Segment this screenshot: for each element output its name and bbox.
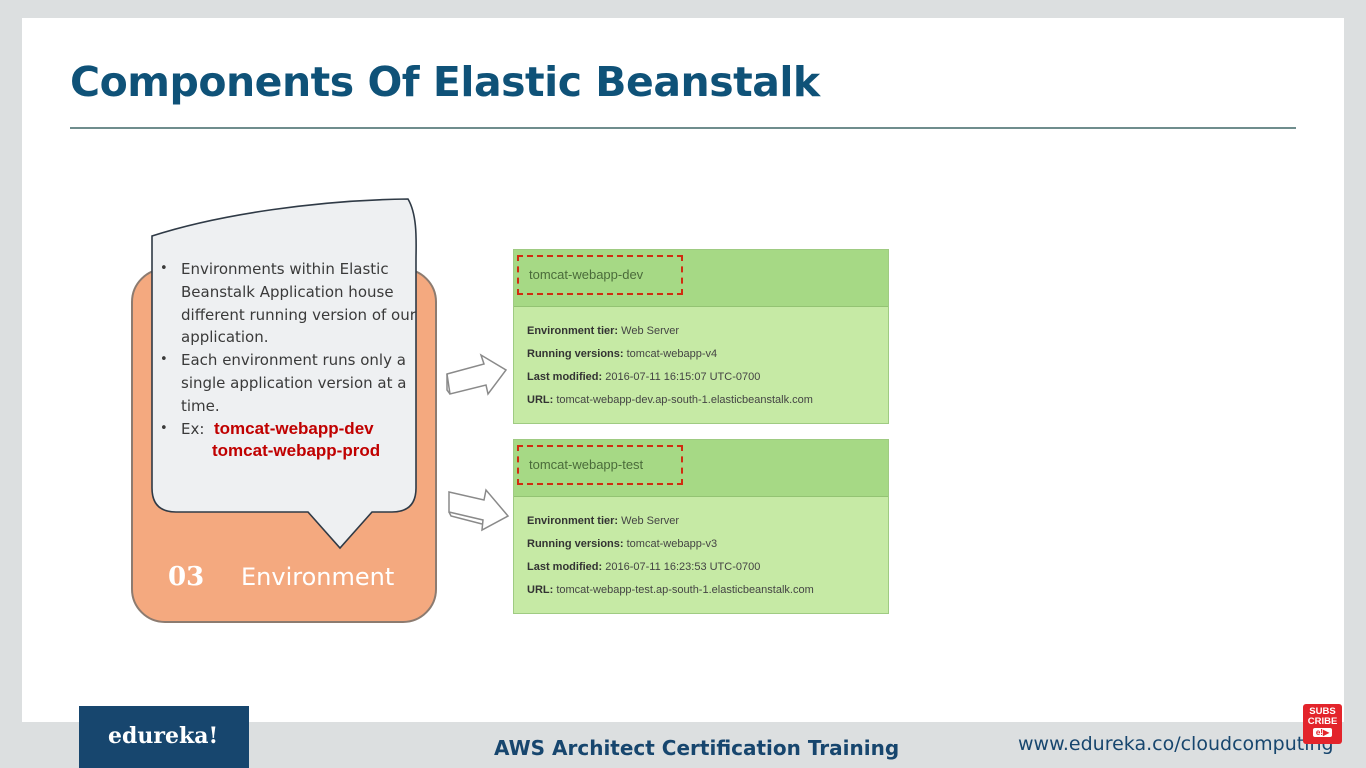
course-title: AWS Architect Certification Training [494, 736, 900, 760]
detail-key: URL: [527, 584, 554, 596]
bullet-dot: • [160, 261, 168, 276]
environment-details: Environment tier: Web Server Running ver… [514, 307, 888, 412]
detail-value: 2016-07-11 16:15:07 UTC-0700 [605, 371, 761, 383]
component-name: Environment [241, 563, 395, 591]
environment-name: tomcat-webapp-dev [517, 255, 683, 295]
detail-value: tomcat-webapp-dev.ap-south-1.elasticbean… [556, 394, 813, 406]
environment-name: tomcat-webapp-test [517, 445, 683, 485]
subscribe-button[interactable]: SUBS CRIBE e!▶ [1303, 704, 1342, 744]
environment-header: tomcat-webapp-dev [514, 250, 888, 307]
environment-header: tomcat-webapp-test [514, 440, 888, 497]
subscribe-label-line2: CRIBE [1307, 716, 1338, 727]
bullet-text: Environments within Elastic Beanstalk Ap… [181, 260, 416, 347]
detail-key: Last modified: [527, 371, 603, 383]
detail-row: Environment tier: Web Server [527, 510, 888, 533]
bullet-item: • Each environment runs only a single app… [156, 349, 418, 417]
detail-value: 2016-07-11 16:23:53 UTC-0700 [605, 561, 761, 573]
detail-value: tomcat-webapp-v3 [626, 538, 718, 550]
detail-key: URL: [527, 394, 554, 406]
component-description: • Environments within Elastic Beanstalk A… [156, 258, 418, 463]
detail-row: Last modified: 2016-07-11 16:23:53 UTC-0… [527, 556, 888, 579]
bullet-item: • Ex: tomcat-webapp-dev tomcat-webapp-prod [156, 418, 418, 464]
detail-key: Running versions: [527, 538, 624, 550]
example-prefix: Ex: [181, 419, 205, 438]
detail-key: Running versions: [527, 348, 624, 360]
detail-key: Environment tier: [527, 325, 619, 337]
detail-value: Web Server [621, 515, 680, 527]
detail-row: URL: tomcat-webapp-dev.ap-south-1.elasti… [527, 389, 888, 412]
detail-row: Running versions: tomcat-webapp-v3 [527, 533, 888, 556]
example-dev: tomcat-webapp-dev [213, 418, 374, 438]
website-link: www.edureka.co/cloudcomputing [1018, 733, 1334, 755]
detail-key: Last modified: [527, 561, 603, 573]
detail-value: tomcat-webapp-v4 [626, 348, 718, 360]
environment-details: Environment tier: Web Server Running ver… [514, 497, 888, 602]
right-arrow-icon [448, 488, 510, 532]
bullet-item: • Environments within Elastic Beanstalk A… [156, 258, 418, 349]
example-prod: tomcat-webapp-prod [212, 441, 381, 461]
detail-value: Web Server [621, 325, 680, 337]
detail-key: Environment tier: [527, 515, 619, 527]
bullet-text: Each environment runs only a single appl… [181, 351, 407, 415]
detail-row: Running versions: tomcat-webapp-v4 [527, 343, 888, 366]
edureka-logo: edureka! [79, 706, 249, 768]
subscribe-play-icon: e!▶ [1312, 728, 1333, 737]
environment-panel-dev: tomcat-webapp-dev Environment tier: Web … [513, 249, 889, 424]
right-arrow-icon [446, 353, 508, 396]
detail-row: URL: tomcat-webapp-test.ap-south-1.elast… [527, 579, 888, 602]
detail-row: Last modified: 2016-07-11 16:15:07 UTC-0… [527, 366, 888, 389]
detail-row: Environment tier: Web Server [527, 320, 888, 343]
detail-value: tomcat-webapp-test.ap-south-1.elasticbea… [556, 584, 814, 596]
component-number: 03 [168, 562, 205, 592]
bullet-dot: • [160, 352, 168, 368]
logo-text: edureka! [108, 723, 219, 749]
environment-panel-test: tomcat-webapp-test Environment tier: Web… [513, 439, 889, 614]
bullet-dot: • [160, 420, 168, 436]
